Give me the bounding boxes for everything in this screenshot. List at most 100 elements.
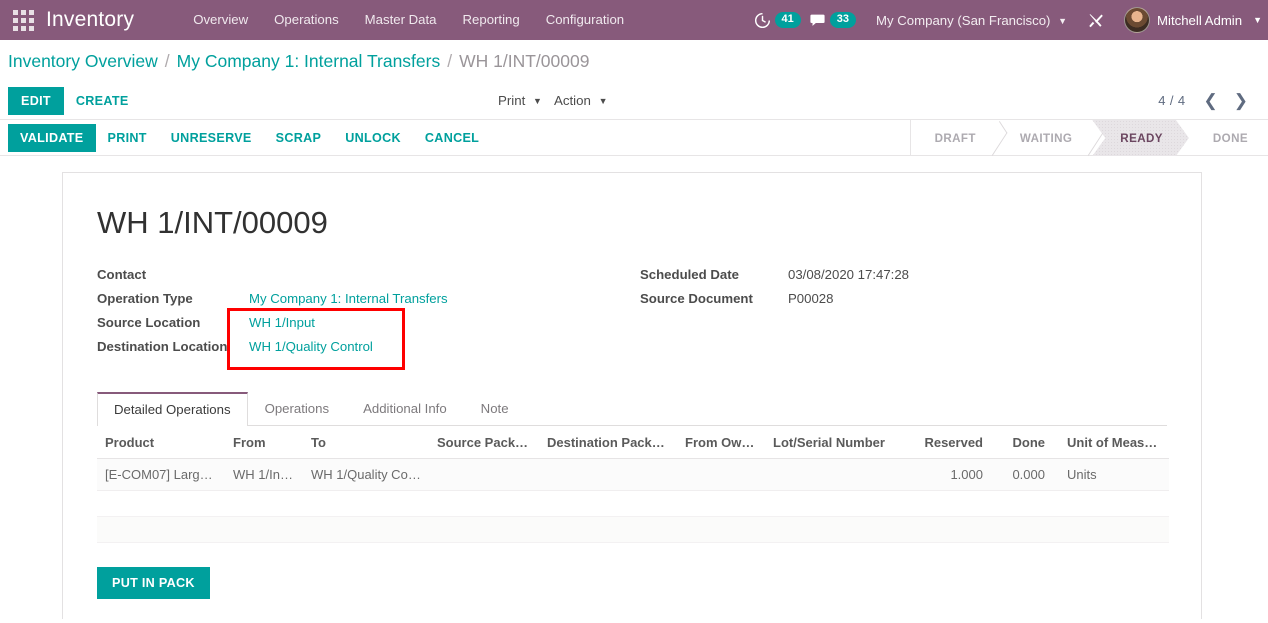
field-value-scheduled-date: 03/08/2020 17:47:28 (788, 267, 909, 282)
messaging-count-badge: 33 (829, 12, 857, 28)
top-navbar: Inventory Overview Operations Master Dat… (0, 0, 1268, 40)
field-source-location: Source Location WH 1/Input (97, 315, 632, 339)
status-bar: VALIDATE PRINT UNRESERVE SCRAP UNLOCK CA… (0, 120, 1268, 156)
menu-item-overview[interactable]: Overview (180, 0, 261, 40)
status-stage-ready[interactable]: READY (1092, 120, 1189, 156)
unlock-button[interactable]: UNLOCK (333, 124, 413, 152)
column-header-unit-of-measure[interactable]: Unit of Measure (1059, 426, 1169, 459)
pager-value: 4 / 4 (1158, 93, 1186, 108)
control-panel-dropdowns: Print ▼ Action ▼ (496, 89, 610, 112)
cell-reserved[interactable]: 1.000 (907, 458, 997, 491)
clock-icon (754, 12, 770, 28)
detailed-operations-table: Product From To Source Packa… Destinatio… (97, 426, 1169, 543)
print-dropdown[interactable]: Print ▼ (496, 89, 544, 112)
action-dropdown[interactable]: Action ▼ (552, 89, 610, 112)
form-column-left: Contact Operation Type My Company 1: Int… (97, 267, 632, 363)
field-source-document: Source Document P00028 (640, 291, 1167, 315)
action-label: Action (553, 93, 591, 108)
breadcrumb-item-inventory-overview[interactable]: Inventory Overview (8, 51, 158, 72)
activities-menu-button[interactable]: 41 (754, 12, 801, 29)
field-label-contact: Contact (97, 267, 147, 282)
apps-menu-button[interactable] (0, 0, 46, 40)
menu-item-configuration[interactable]: Configuration (533, 0, 637, 40)
page-title: WH 1/INT/00009 (97, 205, 328, 240)
empty-cell (97, 490, 1169, 517)
notebook-tabs: Detailed Operations Operations Additiona… (97, 391, 1167, 426)
pager-next-button[interactable]: ❯ (1226, 91, 1256, 110)
cell-from-owner[interactable] (677, 458, 765, 491)
form-column-right: Scheduled Date 03/08/2020 17:47:28 Sourc… (632, 267, 1167, 363)
print-label: Print (498, 93, 526, 108)
status-stage-done[interactable]: DONE (1189, 120, 1268, 156)
avatar (1124, 7, 1151, 33)
tab-detailed-operations[interactable]: Detailed Operations (97, 392, 248, 426)
tab-note[interactable]: Note (464, 391, 526, 425)
column-header-to[interactable]: To (303, 426, 429, 459)
breadcrumb-separator: / (164, 50, 170, 71)
breadcrumb: Inventory Overview / My Company 1: Inter… (0, 40, 1268, 82)
cell-to[interactable]: WH 1/Quality Contr… (303, 458, 429, 491)
cancel-button[interactable]: CANCEL (413, 124, 491, 152)
print-button[interactable]: PRINT (96, 124, 159, 152)
field-value-source-document: P00028 (788, 291, 834, 306)
put-in-pack-button[interactable]: PUT IN PACK (97, 567, 210, 599)
pager-previous-button[interactable]: ❮ (1196, 91, 1226, 110)
company-switcher[interactable]: My Company (San Francisco) ▼ (864, 13, 1075, 28)
column-header-from[interactable]: From (225, 426, 303, 459)
chevron-down-icon: ▼ (1058, 16, 1068, 27)
tab-operations[interactable]: Operations (248, 391, 347, 425)
developer-tools-button[interactable] (1075, 12, 1116, 29)
cell-done[interactable]: 0.000 (997, 458, 1059, 491)
breadcrumb-item-internal-transfers[interactable]: My Company 1: Internal Transfers (177, 51, 441, 72)
column-header-source-package[interactable]: Source Packa… (429, 426, 539, 459)
status-stage-waiting[interactable]: WAITING (996, 120, 1092, 156)
field-label-destination-location: Destination Location (97, 339, 228, 354)
menu-item-master-data[interactable]: Master Data (352, 0, 450, 40)
column-header-from-owner[interactable]: From Owner (677, 426, 765, 459)
field-label-operation-type: Operation Type (97, 291, 193, 306)
column-header-done[interactable]: Done (997, 426, 1059, 459)
tab-additional-info[interactable]: Additional Info (346, 391, 464, 425)
table-empty-row (97, 516, 1169, 543)
validate-button[interactable]: VALIDATE (8, 123, 96, 152)
unreserve-button[interactable]: UNRESERVE (159, 124, 264, 152)
wrench-screwdriver-icon (1089, 13, 1103, 27)
status-stage-draft[interactable]: DRAFT (911, 120, 996, 156)
column-header-lot-serial-number[interactable]: Lot/Serial Number (765, 426, 907, 459)
user-menu-button[interactable]: Mitchell Admin ▼ (1116, 7, 1268, 33)
navbar-right-tools: 41 33 My Company (San Francisco) ▼ Mitch… (754, 0, 1268, 40)
create-button[interactable]: CREATE (64, 87, 141, 115)
cell-lot-serial-number[interactable] (765, 458, 907, 491)
table-header-row: Product From To Source Packa… Destinatio… (97, 426, 1169, 459)
menu-item-reporting[interactable]: Reporting (450, 0, 533, 40)
main-menu: Overview Operations Master Data Reportin… (180, 0, 637, 40)
cell-unit-of-measure[interactable]: Units (1059, 458, 1169, 491)
column-header-destination-package[interactable]: Destination Packa… (539, 426, 677, 459)
column-header-reserved[interactable]: Reserved (907, 426, 997, 459)
field-destination-location: Destination Location WH 1/Quality Contro… (97, 339, 632, 363)
cell-source-package[interactable] (429, 458, 539, 491)
table-row[interactable]: [E-COM07] Large C… WH 1/Inp… WH 1/Qualit… (97, 458, 1169, 491)
field-label-source-location: Source Location (97, 315, 201, 330)
control-panel: EDIT CREATE Print ▼ Action ▼ 4 / 4 ❮ ❯ (0, 82, 1268, 120)
form-sheet: WH 1/INT/00009 Contact Operation Type My… (62, 172, 1202, 619)
scrap-button[interactable]: SCRAP (264, 124, 334, 152)
cell-product[interactable]: [E-COM07] Large C… (97, 458, 225, 491)
menu-item-operations[interactable]: Operations (261, 0, 352, 40)
cell-from[interactable]: WH 1/Inp… (225, 458, 303, 491)
cell-destination-package[interactable] (539, 458, 677, 491)
field-value-destination-location[interactable]: WH 1/Quality Control (249, 339, 373, 354)
company-name: My Company (San Francisco) (876, 12, 1051, 28)
pager: 4 / 4 ❮ ❯ (1158, 91, 1256, 110)
field-scheduled-date: Scheduled Date 03/08/2020 17:47:28 (640, 267, 1167, 291)
edit-button[interactable]: EDIT (8, 86, 64, 115)
field-value-source-location[interactable]: WH 1/Input (249, 315, 315, 330)
status-pipeline: DRAFT WAITING READY DONE (909, 120, 1268, 156)
field-value-operation-type[interactable]: My Company 1: Internal Transfers (249, 291, 448, 306)
chevron-down-icon: ▼ (598, 96, 608, 107)
app-brand-title: Inventory (46, 8, 135, 31)
chat-bubble-icon (810, 14, 825, 26)
chevron-down-icon: ▼ (533, 96, 542, 107)
column-header-product[interactable]: Product (97, 426, 225, 459)
messaging-menu-button[interactable]: 33 (809, 12, 857, 28)
